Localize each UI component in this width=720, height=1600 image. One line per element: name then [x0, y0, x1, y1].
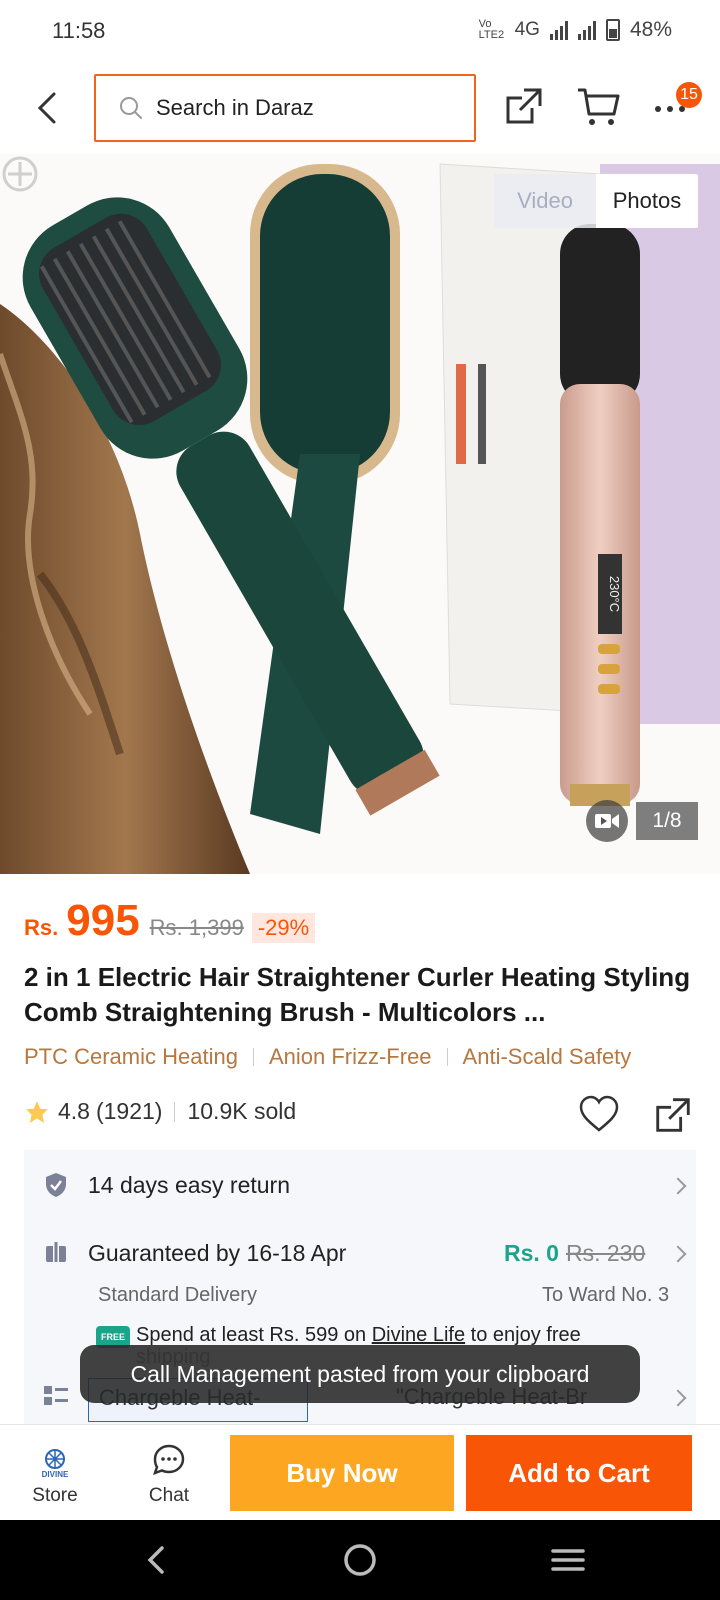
- chat-icon: [153, 1444, 185, 1476]
- tab-photos[interactable]: Photos: [596, 174, 698, 228]
- chat-label: Chat: [148, 1485, 190, 1506]
- rating-row[interactable]: 4.8 (1921) 10.9K sold: [24, 1098, 296, 1125]
- delivery-row[interactable]: Guaranteed by 16-18 Apr Standard Deliver…: [24, 1214, 696, 1306]
- delivery-price: Rs. 0: [504, 1240, 559, 1266]
- cart-button[interactable]: [576, 84, 622, 128]
- status-bar: 11:58 Vo LTE2 4G 48%: [0, 0, 720, 62]
- sold-count: 10.9K sold: [187, 1098, 297, 1124]
- product-image: 230°C: [0, 154, 720, 874]
- back-chevron-icon: [147, 1546, 164, 1574]
- shield-check-icon: [46, 1173, 66, 1197]
- cart-count-badge: 15: [676, 82, 702, 108]
- volte-label: Vo LTE2: [478, 18, 505, 41]
- system-back-button[interactable]: [136, 1540, 176, 1580]
- promo-prefix: Spend at least Rs. 599 on: [136, 1324, 372, 1346]
- discount-badge: -29%: [251, 913, 316, 943]
- rating-value: 4.8: [58, 1098, 90, 1124]
- share-product-button[interactable]: [652, 1094, 694, 1136]
- delivery-location: To Ward No. 3: [542, 1284, 670, 1306]
- menu-lines-icon: [551, 1549, 585, 1571]
- search-icon: [120, 97, 142, 119]
- tag-item: PTC Ceramic Heating: [24, 1044, 238, 1069]
- promo-text: Spend at least Rs. 599 on Divine Life to…: [136, 1324, 581, 1347]
- currency-label: Rs.: [24, 915, 59, 940]
- share-icon: [656, 1098, 690, 1132]
- store-button[interactable]: DIVINE Store: [10, 1431, 100, 1515]
- store-logo-text: DIVINE: [41, 1470, 69, 1479]
- wishlist-button[interactable]: [578, 1094, 620, 1134]
- network-type: 4G: [514, 19, 540, 40]
- promo-suffix: to enjoy free: [465, 1324, 581, 1346]
- search-placeholder: Search in Daraz: [156, 95, 314, 120]
- product-tags: PTC Ceramic Heating Anion Frizz-Free Ant…: [24, 1044, 631, 1070]
- battery-icon: [605, 19, 620, 41]
- battery-percent: 48%: [629, 18, 672, 41]
- tab-photos-label: Photos: [612, 188, 682, 213]
- image-counter: 1/8: [636, 802, 698, 840]
- clipboard-toast: Call Management pasted from your clipboa…: [80, 1345, 640, 1403]
- tag-item: Anti-Scald Safety: [462, 1044, 632, 1069]
- status-icons: Vo LTE2 4G 48%: [479, 18, 672, 42]
- returns-text: 14 days easy return: [88, 1172, 291, 1198]
- store-label: Store: [32, 1485, 78, 1506]
- device-display-text: 230°C: [607, 576, 622, 612]
- back-arrow-icon: [37, 92, 56, 124]
- promo-store-link[interactable]: Divine Life: [372, 1324, 465, 1346]
- original-price: Rs. 1,399: [149, 915, 244, 940]
- chevron-right-icon: [669, 1389, 687, 1407]
- video-play-button[interactable]: [586, 800, 628, 842]
- current-price: 995: [66, 896, 140, 945]
- product-title: 2 in 1 Electric Hair Straightener Curler…: [24, 962, 691, 1027]
- rating-divider: [174, 1101, 176, 1122]
- share-button[interactable]: [502, 84, 546, 128]
- search-input[interactable]: Search in Daraz: [94, 74, 476, 142]
- variant-list-icon: [44, 1386, 68, 1405]
- tag-item: Anion Frizz-Free: [268, 1044, 432, 1069]
- status-time: 11:58: [52, 18, 106, 43]
- system-nav-bar: [0, 1520, 720, 1600]
- delivery-box-icon: [46, 1242, 66, 1262]
- store-logo-icon: [45, 1449, 65, 1469]
- chevron-right-icon: [669, 1245, 687, 1263]
- tab-video-label: Video: [517, 188, 573, 213]
- add-to-cart-button[interactable]: Add to Cart: [466, 1435, 692, 1511]
- share-icon: [506, 88, 542, 124]
- rating-count: (1921): [95, 1098, 163, 1124]
- buy-now-button[interactable]: Buy Now: [230, 1435, 454, 1511]
- cart-icon: [578, 88, 620, 125]
- chat-button[interactable]: Chat: [124, 1431, 214, 1515]
- delivery-title: Guaranteed by 16-18 Apr: [88, 1240, 347, 1266]
- returns-row[interactable]: 14 days easy return: [24, 1150, 696, 1214]
- price-row: Rs. 995 Rs. 1,399 -29%: [24, 896, 316, 946]
- chevron-right-icon: [669, 1177, 687, 1195]
- signal-icon: [549, 20, 568, 40]
- delivery-type: Standard Delivery: [98, 1284, 257, 1306]
- media-toggle[interactable]: Video Photos: [494, 174, 698, 228]
- bottom-action-bar: DIVINE Store Chat Buy Now Add to Cart: [0, 1424, 720, 1520]
- signal-icon-2: [577, 20, 596, 40]
- home-circle-icon: [344, 1544, 376, 1576]
- system-home-button[interactable]: [340, 1540, 380, 1580]
- product-image-gallery[interactable]: 230°C Video Photos 1/8: [0, 154, 720, 874]
- back-button[interactable]: [30, 90, 66, 126]
- heart-icon: [579, 1095, 619, 1132]
- tag-divider: [446, 1048, 448, 1066]
- delivery-old-price: Rs. 230: [566, 1240, 646, 1266]
- video-camera-icon: [595, 814, 619, 828]
- tag-divider: [252, 1048, 254, 1066]
- top-nav: Search in Daraz 15: [0, 62, 720, 154]
- star-icon: [26, 1100, 48, 1123]
- tab-video[interactable]: Video: [494, 174, 596, 228]
- system-recents-button[interactable]: [548, 1540, 588, 1580]
